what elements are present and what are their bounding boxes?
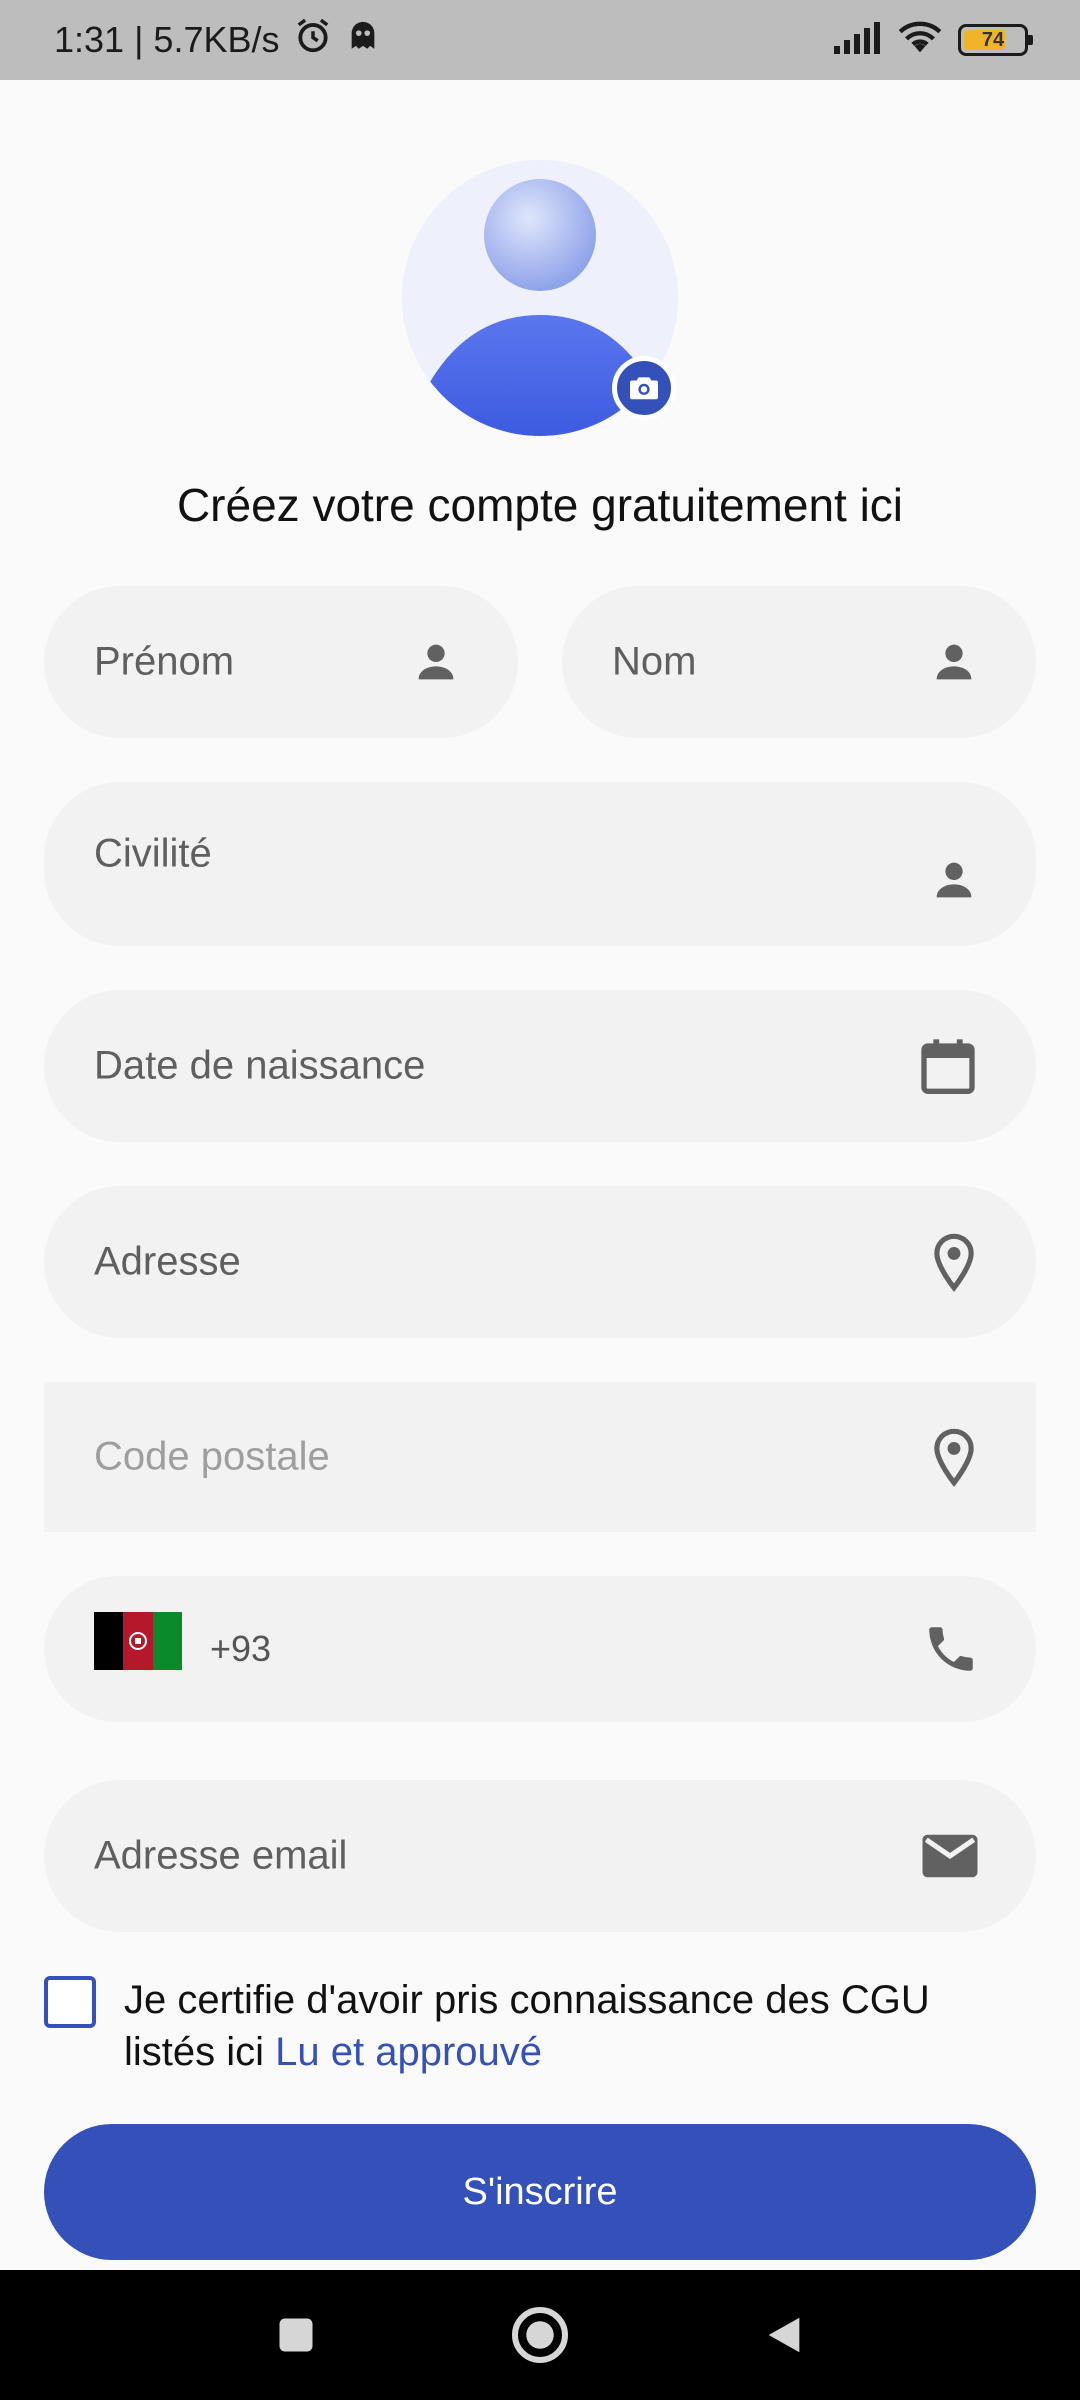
last-name-field[interactable]: Nom xyxy=(562,586,1036,738)
phone-icon xyxy=(922,1620,980,1678)
signal-icon xyxy=(832,21,882,59)
back-button[interactable] xyxy=(744,2270,824,2400)
cgu-checkbox[interactable] xyxy=(44,1976,96,2028)
birthdate-field[interactable]: Date de naissance xyxy=(44,990,1036,1142)
location-pin-icon xyxy=(928,1232,980,1292)
alarm-icon xyxy=(294,17,332,64)
flag-emblem-icon xyxy=(128,1632,147,1650)
last-name-placeholder: Nom xyxy=(612,639,697,684)
cgu-text: Je certifie d'avoir pris connaissance de… xyxy=(124,1974,1024,2078)
address-placeholder: Adresse xyxy=(94,1239,241,1284)
signup-button[interactable]: S'inscrire xyxy=(44,2124,1036,2260)
country-flag-selector[interactable] xyxy=(94,1612,182,1670)
mail-icon xyxy=(920,1832,980,1880)
battery-icon: 74 xyxy=(958,24,1033,56)
person-icon xyxy=(928,854,980,906)
location-pin-icon xyxy=(928,1427,980,1487)
postal-code-placeholder: Code postale xyxy=(94,1434,330,1479)
page-title: Créez votre compte gratuitement ici xyxy=(176,479,904,531)
first-name-field[interactable]: Prénom xyxy=(44,586,518,738)
email-placeholder: Adresse email xyxy=(94,1833,348,1878)
phone-country-code: +93 xyxy=(210,1628,272,1669)
system-navigation-bar xyxy=(0,2270,1080,2400)
phone-field[interactable]: +93 xyxy=(44,1576,1036,1722)
address-field[interactable]: Adresse xyxy=(44,1186,1036,1338)
first-name-placeholder: Prénom xyxy=(94,639,235,684)
status-time-speed: 1:31 | 5.7KB/s xyxy=(54,19,280,60)
person-icon xyxy=(410,636,462,688)
cgu-link[interactable]: Lu et approuvé xyxy=(275,2030,542,2074)
battery-level: 74 xyxy=(981,28,1005,51)
person-icon xyxy=(928,636,980,688)
home-button[interactable] xyxy=(500,2270,580,2400)
square-icon xyxy=(279,2318,313,2352)
wifi-icon xyxy=(898,20,942,61)
email-field[interactable]: Adresse email xyxy=(44,1780,1036,1932)
civility-placeholder: Civilité xyxy=(94,831,212,876)
postal-code-field[interactable]: Code postale xyxy=(44,1382,1036,1532)
birthdate-placeholder: Date de naissance xyxy=(94,1043,426,1088)
back-triangle-icon xyxy=(768,2317,800,2353)
civility-select[interactable]: Civilité xyxy=(44,782,1036,946)
home-circle-icon xyxy=(512,2307,568,2363)
status-bar: 1:31 | 5.7KB/s 74 xyxy=(0,0,1080,80)
calendar-icon xyxy=(916,1033,980,1099)
ghost-icon xyxy=(346,19,380,62)
change-photo-button[interactable] xyxy=(612,356,676,420)
recent-apps-button[interactable] xyxy=(256,2270,336,2400)
camera-icon xyxy=(630,377,658,400)
